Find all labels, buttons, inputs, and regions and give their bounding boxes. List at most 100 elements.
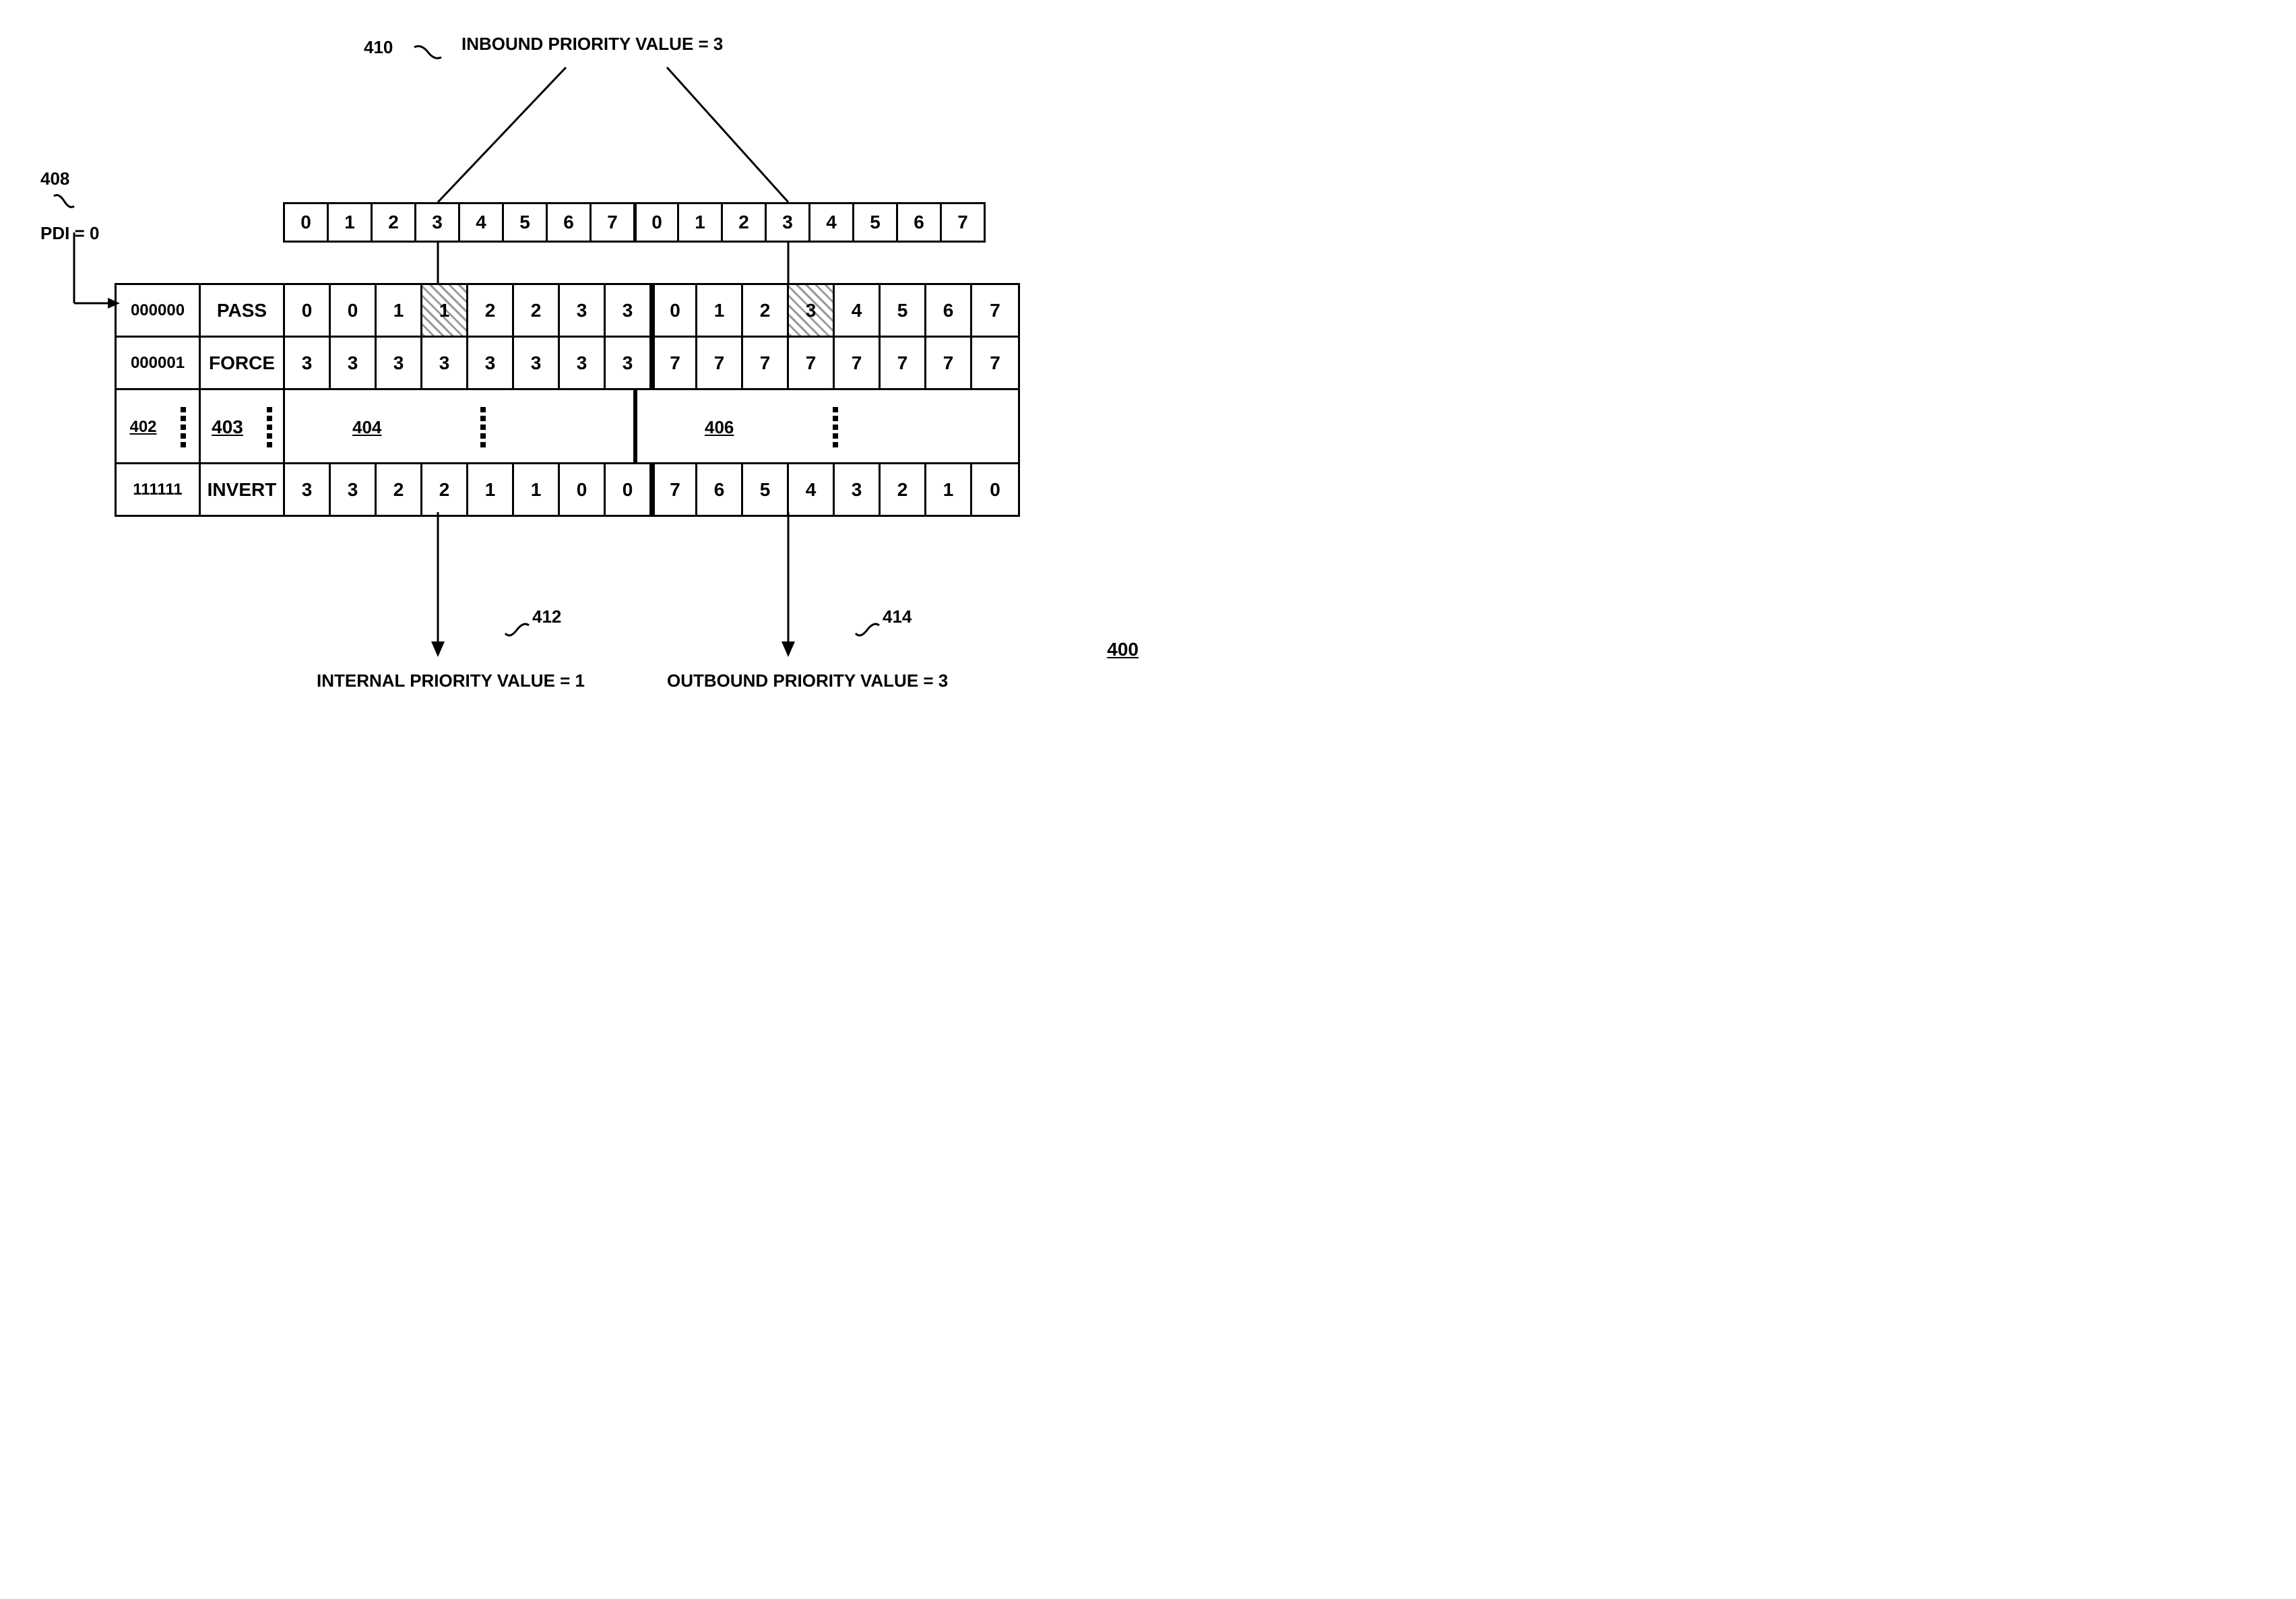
ref-402-text: 402 [129, 418, 156, 437]
ref-408: 408 [40, 168, 99, 189]
internal-cell-highlighted: 1 [422, 285, 468, 336]
header-cell: 4 [808, 202, 854, 243]
col-406-ref: 406 [635, 390, 986, 464]
ref-414: 414 [883, 606, 912, 627]
internal-cell: 3 [560, 285, 606, 336]
outbound-cell: 7 [972, 338, 1018, 388]
priority-index-header: 0 1 2 3 4 5 6 7 0 1 2 3 4 5 6 7 [283, 202, 986, 243]
header-cell: 2 [371, 202, 416, 243]
header-cell: 7 [940, 202, 986, 243]
header-cell: 3 [414, 202, 460, 243]
internal-cell: 3 [377, 338, 422, 388]
header-cell: 3 [765, 202, 810, 243]
outbound-cell: 5 [743, 464, 789, 515]
header-cell: 0 [633, 202, 679, 243]
outbound-cell: 7 [743, 338, 789, 388]
outbound-cell: 1 [697, 285, 743, 336]
squiggle-408 [51, 193, 77, 213]
internal-cell: 2 [514, 285, 560, 336]
header-cell: 6 [546, 202, 592, 243]
outbound-cell: 2 [881, 464, 926, 515]
outbound-cell: 7 [972, 285, 1018, 336]
outbound-cell: 0 [651, 285, 697, 336]
outbound-cell: 4 [789, 464, 835, 515]
vertical-dots-icon [181, 404, 186, 451]
squiggle-414 [852, 620, 883, 640]
internal-cell: 0 [331, 285, 377, 336]
outbound-cell: 4 [835, 285, 881, 336]
ref-412: 412 [532, 606, 561, 627]
internal-cell: 0 [606, 464, 651, 515]
internal-cell: 0 [560, 464, 606, 515]
outbound-priority-text: OUTBOUND PRIORITY VALUE = 3 [667, 670, 948, 691]
pdi-name: INVERT [201, 464, 285, 515]
pdi-index: 000001 [117, 338, 201, 388]
pdi-name: PASS [201, 285, 285, 336]
outbound-cell: 6 [926, 285, 972, 336]
outbound-cell: 7 [697, 338, 743, 388]
outbound-cell: 7 [835, 338, 881, 388]
header-cell: 7 [589, 202, 635, 243]
internal-cell: 3 [514, 338, 560, 388]
internal-cell: 3 [606, 285, 651, 336]
internal-cell: 3 [331, 464, 377, 515]
outbound-cell: 3 [835, 464, 881, 515]
header-cell: 6 [896, 202, 942, 243]
internal-cell: 3 [285, 338, 331, 388]
table-row-pass: 000000 PASS 0 0 1 1 2 2 3 3 0 1 2 3 4 5 … [117, 285, 1018, 338]
internal-cell: 2 [377, 464, 422, 515]
header-cell: 0 [283, 202, 329, 243]
outbound-cell: 6 [697, 464, 743, 515]
header-cell: 5 [852, 202, 898, 243]
internal-cell: 3 [331, 338, 377, 388]
header-cell: 5 [502, 202, 548, 243]
vertical-dots-icon [267, 404, 272, 451]
header-to-row-connectors [34, 243, 1179, 286]
ref-403-text: 403 [212, 416, 243, 438]
internal-cell: 0 [285, 285, 331, 336]
vertical-dots-icon [833, 404, 838, 451]
internal-cell: 1 [514, 464, 560, 515]
table-row-ellipsis: 402 403 404 406 [117, 390, 1018, 464]
squiggle-412 [502, 620, 532, 640]
internal-cell: 3 [285, 464, 331, 515]
outbound-cell: 7 [789, 338, 835, 388]
internal-priority-text: INTERNAL PRIORITY VALUE = 1 [317, 670, 585, 691]
outbound-cell: 2 [743, 285, 789, 336]
figure-ref-400: 400 [1107, 639, 1139, 660]
internal-cell: 2 [468, 285, 514, 336]
pdi-index: 000000 [117, 285, 201, 336]
outbound-cell: 7 [881, 338, 926, 388]
outbound-cell: 7 [651, 338, 697, 388]
col-403-ref: 403 [201, 390, 285, 464]
output-arrows [34, 512, 1179, 660]
internal-cell: 1 [468, 464, 514, 515]
internal-cell: 3 [422, 338, 468, 388]
outbound-cell: 0 [972, 464, 1018, 515]
internal-cell: 3 [468, 338, 514, 388]
ref-412-group: 412 [532, 606, 561, 627]
col-402-ref: 402 [117, 390, 201, 464]
outbound-cell-highlighted: 3 [789, 285, 835, 336]
vertical-dots-icon [480, 404, 486, 451]
ref-414-group: 414 [883, 606, 912, 627]
header-cell: 2 [721, 202, 767, 243]
outbound-cell: 1 [926, 464, 972, 515]
outbound-cell: 7 [651, 464, 697, 515]
header-cell: 1 [677, 202, 723, 243]
ref-404-text: 404 [352, 417, 381, 438]
outbound-cell: 5 [881, 285, 926, 336]
diagram-container: 410 INBOUND PRIORITY VALUE = 3 408 PDI =… [34, 34, 1179, 775]
header-cell: 1 [327, 202, 373, 243]
pdi-name: FORCE [201, 338, 285, 388]
table-row-force: 000001 FORCE 3 3 3 3 3 3 3 3 7 7 7 7 7 7… [117, 338, 1018, 390]
inbound-connector-lines [34, 34, 1179, 209]
internal-cell: 1 [377, 285, 422, 336]
col-404-ref: 404 [285, 390, 635, 464]
outbound-cell: 7 [926, 338, 972, 388]
internal-cell: 3 [606, 338, 651, 388]
ref-406-text: 406 [705, 417, 734, 438]
pdi-mapping-table: 000000 PASS 0 0 1 1 2 2 3 3 0 1 2 3 4 5 … [115, 283, 1020, 517]
internal-cell: 2 [422, 464, 468, 515]
pdi-index: 111111 [117, 464, 201, 515]
